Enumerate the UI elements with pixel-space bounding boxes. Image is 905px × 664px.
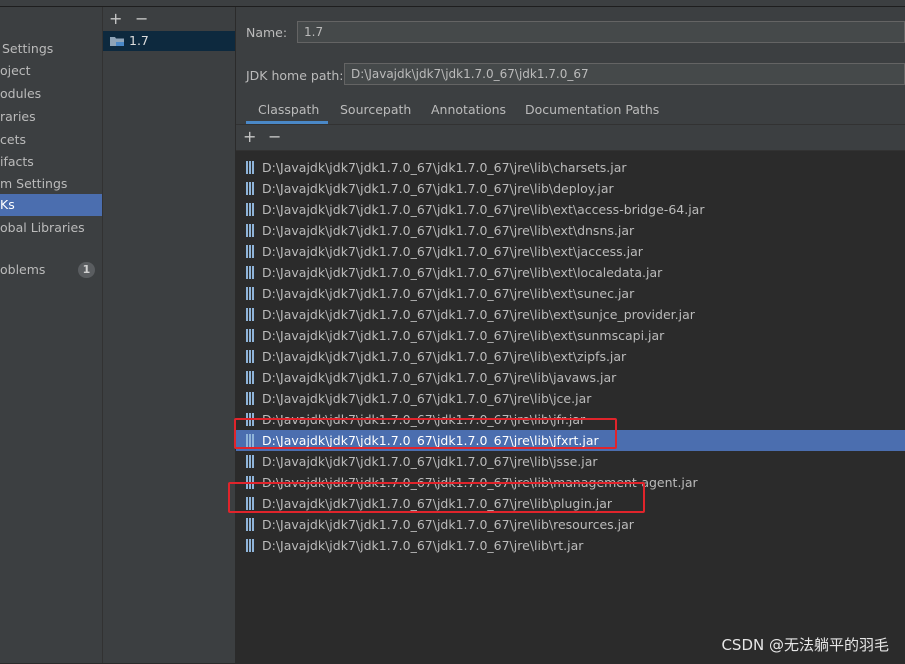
sdk-item-label: 1.7 — [129, 33, 149, 48]
nav-item-artifacts[interactable]: ifacts — [0, 152, 102, 172]
highlight-box-jfxrt — [234, 418, 617, 449]
classpath-path: D:\Javajdk\jdk7\jdk1.7.0_67\jdk1.7.0_67\… — [262, 370, 617, 385]
jar-library-icon — [246, 455, 254, 468]
jdk-home-path-field[interactable] — [344, 63, 905, 85]
classpath-row[interactable]: D:\Javajdk\jdk7\jdk1.7.0_67\jdk1.7.0_67\… — [236, 535, 905, 556]
classpath-row[interactable]: D:\Javajdk\jdk7\jdk1.7.0_67\jdk1.7.0_67\… — [236, 220, 905, 241]
nav-item-label: Ks — [0, 197, 15, 212]
jar-library-icon — [246, 518, 254, 531]
nav-item-settings[interactable]: Settings — [0, 39, 102, 59]
nav-item-libraries[interactable]: raries — [0, 107, 102, 127]
tab-classpath[interactable]: Classpath — [258, 102, 319, 117]
classpath-row[interactable]: D:\Javajdk\jdk7\jdk1.7.0_67\jdk1.7.0_67\… — [236, 304, 905, 325]
jar-library-icon — [246, 371, 254, 384]
nav-item-facets[interactable]: cets — [0, 130, 102, 150]
classpath-path: D:\Javajdk\jdk7\jdk1.7.0_67\jdk1.7.0_67\… — [262, 160, 627, 175]
csdn-watermark: CSDN @无法躺平的羽毛 — [721, 636, 889, 654]
sdk-list-panel: + − 1.7 — [103, 7, 236, 663]
classpath-toolbar: + − — [236, 125, 905, 149]
classpath-row[interactable]: D:\Javajdk\jdk7\jdk1.7.0_67\jdk1.7.0_67\… — [236, 199, 905, 220]
classpath-row[interactable]: D:\Javajdk\jdk7\jdk1.7.0_67\jdk1.7.0_67\… — [236, 325, 905, 346]
nav-item-label: cets — [0, 132, 26, 147]
nav-item-label: odules — [0, 86, 42, 101]
classpath-path: D:\Javajdk\jdk7\jdk1.7.0_67\jdk1.7.0_67\… — [262, 517, 634, 532]
add-classpath-button[interactable]: + — [243, 129, 256, 145]
classpath-row[interactable]: D:\Javajdk\jdk7\jdk1.7.0_67\jdk1.7.0_67\… — [236, 367, 905, 388]
classpath-row[interactable]: D:\Javajdk\jdk7\jdk1.7.0_67\jdk1.7.0_67\… — [236, 451, 905, 472]
nav-item-label: Settings — [2, 41, 54, 56]
jar-library-icon — [246, 308, 254, 321]
nav-item-problems[interactable]: oblems 1 — [0, 260, 102, 280]
classpath-path: D:\Javajdk\jdk7\jdk1.7.0_67\jdk1.7.0_67\… — [262, 538, 584, 553]
classpath-path: D:\Javajdk\jdk7\jdk1.7.0_67\jdk1.7.0_67\… — [262, 223, 635, 238]
jar-library-icon — [246, 203, 254, 216]
jar-library-icon — [246, 224, 254, 237]
nav-item-project[interactable]: oject — [0, 61, 102, 81]
nav-item-label: obal Libraries — [0, 220, 85, 235]
jdk-folder-icon — [110, 37, 124, 46]
classpath-row[interactable]: D:\Javajdk\jdk7\jdk1.7.0_67\jdk1.7.0_67\… — [236, 178, 905, 199]
jar-library-icon — [246, 266, 254, 279]
classpath-row[interactable]: D:\Javajdk\jdk7\jdk1.7.0_67\jdk1.7.0_67\… — [236, 514, 905, 535]
classpath-path: D:\Javajdk\jdk7\jdk1.7.0_67\jdk1.7.0_67\… — [262, 265, 663, 280]
jar-library-icon — [246, 287, 254, 300]
nav-item-global-libraries[interactable]: obal Libraries — [0, 218, 102, 238]
jar-library-icon — [246, 161, 254, 174]
classpath-path: D:\Javajdk\jdk7\jdk1.7.0_67\jdk1.7.0_67\… — [262, 328, 665, 343]
jdk-home-path-label: JDK home path: — [246, 68, 344, 83]
classpath-row[interactable]: D:\Javajdk\jdk7\jdk1.7.0_67\jdk1.7.0_67\… — [236, 346, 905, 367]
classpath-row[interactable]: D:\Javajdk\jdk7\jdk1.7.0_67\jdk1.7.0_67\… — [236, 241, 905, 262]
nav-item-label: raries — [0, 109, 36, 124]
sdk-detail-panel: Name: JDK home path: Classpath Sourcepat… — [236, 7, 905, 664]
nav-item-label: m Settings — [0, 176, 68, 191]
problems-count-badge: 1 — [78, 262, 95, 278]
classpath-path: D:\Javajdk\jdk7\jdk1.7.0_67\jdk1.7.0_67\… — [262, 454, 598, 469]
classpath-list[interactable]: D:\Javajdk\jdk7\jdk1.7.0_67\jdk1.7.0_67\… — [236, 150, 905, 664]
classpath-path: D:\Javajdk\jdk7\jdk1.7.0_67\jdk1.7.0_67\… — [262, 391, 592, 406]
jar-library-icon — [246, 329, 254, 342]
classpath-path: D:\Javajdk\jdk7\jdk1.7.0_67\jdk1.7.0_67\… — [262, 181, 614, 196]
remove-classpath-button[interactable]: − — [268, 129, 281, 145]
window-top-edge — [0, 0, 905, 7]
jar-library-icon — [246, 392, 254, 405]
classpath-path: D:\Javajdk\jdk7\jdk1.7.0_67\jdk1.7.0_67\… — [262, 244, 643, 259]
classpath-path: D:\Javajdk\jdk7\jdk1.7.0_67\jdk1.7.0_67\… — [262, 349, 627, 364]
classpath-row[interactable]: D:\Javajdk\jdk7\jdk1.7.0_67\jdk1.7.0_67\… — [236, 388, 905, 409]
classpath-path: D:\Javajdk\jdk7\jdk1.7.0_67\jdk1.7.0_67\… — [262, 307, 695, 322]
settings-nav: Settings oject odules raries cets ifacts… — [0, 7, 103, 663]
nav-item-platform-settings[interactable]: m Settings — [0, 174, 102, 194]
classpath-row[interactable]: D:\Javajdk\jdk7\jdk1.7.0_67\jdk1.7.0_67\… — [236, 283, 905, 304]
jar-library-icon — [246, 245, 254, 258]
tab-sourcepath[interactable]: Sourcepath — [340, 102, 411, 117]
highlight-box-plugin — [228, 482, 645, 513]
nav-item-label: ifacts — [0, 154, 34, 169]
nav-item-sdks[interactable]: Ks — [0, 194, 102, 216]
classpath-row[interactable]: D:\Javajdk\jdk7\jdk1.7.0_67\jdk1.7.0_67\… — [236, 157, 905, 178]
classpath-row[interactable]: D:\Javajdk\jdk7\jdk1.7.0_67\jdk1.7.0_67\… — [236, 262, 905, 283]
tab-documentation-paths[interactable]: Documentation Paths — [525, 102, 659, 117]
tab-annotations[interactable]: Annotations — [431, 102, 506, 117]
name-field[interactable] — [297, 21, 905, 43]
name-label: Name: — [246, 25, 288, 40]
remove-sdk-button[interactable]: − — [135, 11, 148, 27]
jar-library-icon — [246, 539, 254, 552]
add-sdk-button[interactable]: + — [109, 11, 122, 27]
sdk-item-1-7[interactable]: 1.7 — [103, 31, 235, 51]
nav-item-label: oblems — [0, 262, 46, 277]
classpath-path: D:\Javajdk\jdk7\jdk1.7.0_67\jdk1.7.0_67\… — [262, 286, 635, 301]
nav-item-modules[interactable]: odules — [0, 84, 102, 104]
nav-item-label: oject — [0, 63, 31, 78]
jar-library-icon — [246, 350, 254, 363]
jar-library-icon — [246, 182, 254, 195]
classpath-path: D:\Javajdk\jdk7\jdk1.7.0_67\jdk1.7.0_67\… — [262, 202, 705, 217]
